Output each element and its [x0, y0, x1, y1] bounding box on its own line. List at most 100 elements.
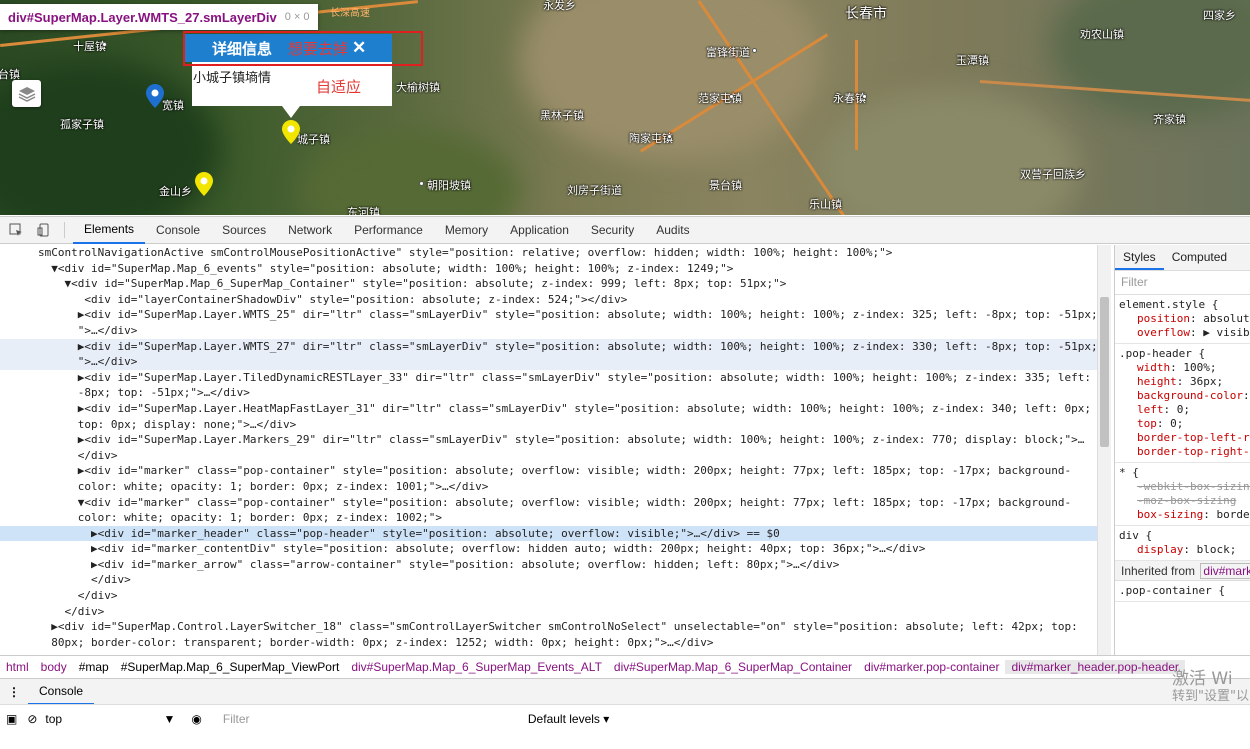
map-label: 永春镇 — [833, 92, 866, 105]
tab-computed[interactable]: Computed — [1164, 245, 1235, 270]
element-tooltip: div#SuperMap.Layer.WMTS_27.smLayerDiv 0 … — [0, 4, 318, 30]
tab-console[interactable]: Console — [145, 216, 211, 244]
styles-filter[interactable]: Filter — [1115, 271, 1250, 295]
breadcrumb-item[interactable]: html — [0, 660, 35, 674]
map-label: 景台镇 — [709, 179, 742, 192]
css-property[interactable]: border-top-left-ra — [1119, 431, 1250, 445]
clear-console-icon[interactable]: ⊘ — [27, 712, 37, 726]
breadcrumb-item[interactable]: div#SuperMap.Map_6_SuperMap_Events_ALT — [345, 660, 608, 674]
highlight-box — [183, 31, 423, 66]
dom-line[interactable]: -8px; top: -51px;">…</div> — [0, 385, 1097, 401]
breadcrumb-item[interactable]: div#marker_header.pop-header — [1005, 659, 1185, 674]
css-property[interactable]: height: 36px; — [1119, 375, 1246, 389]
breadcrumb-item[interactable]: div#marker.pop-container — [858, 660, 1005, 674]
inspect-icon[interactable] — [4, 218, 28, 242]
tab-application[interactable]: Application — [499, 216, 580, 244]
map-label: 富锋街道 — [706, 46, 750, 59]
map-terrain — [820, 90, 1080, 215]
breadcrumb-item[interactable]: #SuperMap.Map_6_SuperMap_ViewPort — [115, 660, 346, 674]
layer-switcher-button[interactable] — [12, 80, 41, 107]
dom-line[interactable]: ▼<div id="SuperMap.Map_6_events" style="… — [0, 261, 1097, 277]
dom-line[interactable]: color: white; opacity: 1; border: 0px; z… — [0, 479, 1097, 495]
dom-line[interactable]: smControlNavigationActive smControlMouse… — [0, 245, 1097, 261]
dom-line[interactable]: ">…</div> — [0, 323, 1097, 339]
map-view[interactable]: 长春市 十屋镇 宽镇 孤家子镇 大榆树镇 城子镇 金山乡 朝阳坡镇 东河镇 富锋… — [0, 0, 1250, 215]
tab-styles[interactable]: Styles — [1115, 245, 1164, 270]
tab-performance[interactable]: Performance — [343, 216, 434, 244]
dom-line[interactable]: </div> — [0, 448, 1097, 464]
map-label: 大榆树镇 — [396, 81, 440, 94]
tab-elements[interactable]: Elements — [73, 216, 146, 244]
dom-line[interactable]: <div id="layerContainerShadowDiv" style=… — [0, 292, 1097, 308]
sidebar-toggle-icon[interactable]: ▣ — [6, 712, 17, 726]
tab-network[interactable]: Network — [277, 216, 343, 244]
dom-line[interactable]: ▼<div id="marker" class="pop-container" … — [0, 495, 1097, 511]
dom-scrollbar[interactable] — [1097, 245, 1111, 655]
css-property[interactable]: box-sizing: border — [1119, 508, 1250, 522]
map-marker-yellow[interactable] — [282, 120, 300, 144]
place-dot — [667, 134, 672, 139]
dom-line[interactable]: 80px; border-color: transparent; border-… — [0, 635, 1097, 651]
breadcrumb-item[interactable]: body — [35, 660, 73, 674]
dom-line[interactable]: </div> — [0, 588, 1097, 604]
map-label: 长春市 — [845, 6, 887, 22]
breadcrumb-item[interactable]: div#SuperMap.Map_6_SuperMap_Container — [608, 660, 858, 674]
dom-line[interactable]: ▶<div id="SuperMap.Layer.WMTS_27" dir="l… — [0, 338, 1097, 355]
dom-line[interactable]: ▶<div id="marker_arrow" class="arrow-con… — [0, 557, 1097, 573]
dom-line[interactable]: </div> — [0, 572, 1097, 588]
map-marker-yellow[interactable] — [195, 172, 213, 196]
dom-line[interactable]: ▶<div id="SuperMap.Layer.HeatMapFastLaye… — [0, 401, 1097, 417]
map-label: 黑林子镇 — [540, 109, 584, 122]
map-marker-blue[interactable] — [146, 84, 164, 108]
dom-line[interactable]: ▶<div id="marker" class="pop-container" … — [0, 463, 1097, 479]
dom-line[interactable]: ▶<div id="marker_contentDiv" style="posi… — [0, 541, 1097, 557]
context-select[interactable]: top ▼ — [45, 712, 175, 726]
css-property[interactable]: top: 0; — [1119, 417, 1246, 431]
css-property[interactable]: background-color: — [1119, 389, 1250, 403]
device-toggle-icon[interactable] — [32, 218, 56, 242]
eye-icon[interactable]: ◉ — [191, 712, 201, 726]
map-label: 玉潭镇 — [956, 54, 989, 67]
css-property[interactable]: border-top-right-r — [1119, 445, 1250, 459]
kebab-menu-icon[interactable]: ⋮ — [0, 685, 28, 699]
dom-line[interactable]: </div> — [0, 604, 1097, 620]
map-label: 金山乡 — [159, 185, 192, 198]
map-label: 城子镇 — [297, 133, 330, 146]
toolbar-divider — [64, 222, 65, 238]
dom-line[interactable]: ▶<div id="SuperMap.Layer.Markers_29" dir… — [0, 432, 1097, 448]
drawer-tab-console[interactable]: Console — [28, 679, 95, 705]
css-property[interactable]: position: absolute — [1119, 312, 1250, 326]
tab-sources[interactable]: Sources — [211, 216, 277, 244]
map-label: 劝农山镇 — [1080, 28, 1124, 41]
css-rule: .pop-container { — [1115, 581, 1250, 602]
dom-line[interactable]: ▶<div id="SuperMap.Control.LayerSwitcher… — [0, 619, 1097, 635]
css-property[interactable]: left: 0; — [1119, 403, 1246, 417]
dom-line[interactable]: ">…</div> — [0, 354, 1097, 370]
dom-line[interactable]: ▶<div id="SuperMap.Layer.TiledDynamicRES… — [0, 370, 1097, 386]
css-rule: .pop-header { width: 100%; height: 36px;… — [1115, 344, 1250, 463]
tooltip-name: div#SuperMap.Layer.WMTS_27.smLayerDiv — [8, 9, 277, 25]
breadcrumb-item[interactable]: #map — [73, 660, 115, 674]
tab-memory[interactable]: Memory — [434, 216, 499, 244]
dom-line[interactable]: ▶<div id="SuperMap.Layer.WMTS_25" dir="l… — [0, 307, 1097, 323]
css-selector: element.style { — [1119, 298, 1219, 311]
dom-line[interactable]: ▼<div id="SuperMap.Map_6_SuperMap_Contai… — [0, 276, 1097, 292]
styles-tabs: Styles Computed — [1115, 245, 1250, 271]
scrollbar-thumb[interactable] — [1100, 297, 1109, 447]
css-property[interactable]: width: 100%; — [1119, 361, 1246, 375]
css-property[interactable]: display: block; — [1119, 543, 1246, 557]
css-property[interactable]: overflow: ▶ visible — [1119, 326, 1250, 340]
dom-tree[interactable]: smControlNavigationActive smControlMouse… — [0, 245, 1097, 655]
console-filter-input[interactable]: Filter — [217, 709, 518, 729]
tab-security[interactable]: Security — [580, 216, 645, 244]
dom-line[interactable]: top: 0px; display: none;">…</div> — [0, 417, 1097, 433]
css-rule: * { -webkit-box-sizing -moz-box-sizing b… — [1115, 463, 1250, 526]
log-levels-select[interactable]: Default levels ▾ — [528, 712, 609, 726]
breadcrumb: html body #map #SuperMap.Map_6_SuperMap_… — [0, 655, 1250, 677]
css-property[interactable]: -webkit-box-sizing — [1119, 480, 1250, 494]
dom-line-selected[interactable]: ▶<div id="marker_header" class="pop-head… — [0, 525, 1097, 542]
dom-line[interactable]: color: white; opacity: 1; border: 0px; z… — [0, 510, 1097, 526]
inherited-node-link[interactable]: div#mark — [1200, 563, 1250, 579]
tab-audits[interactable]: Audits — [645, 216, 700, 244]
css-property[interactable]: -moz-box-sizing — [1119, 494, 1246, 508]
